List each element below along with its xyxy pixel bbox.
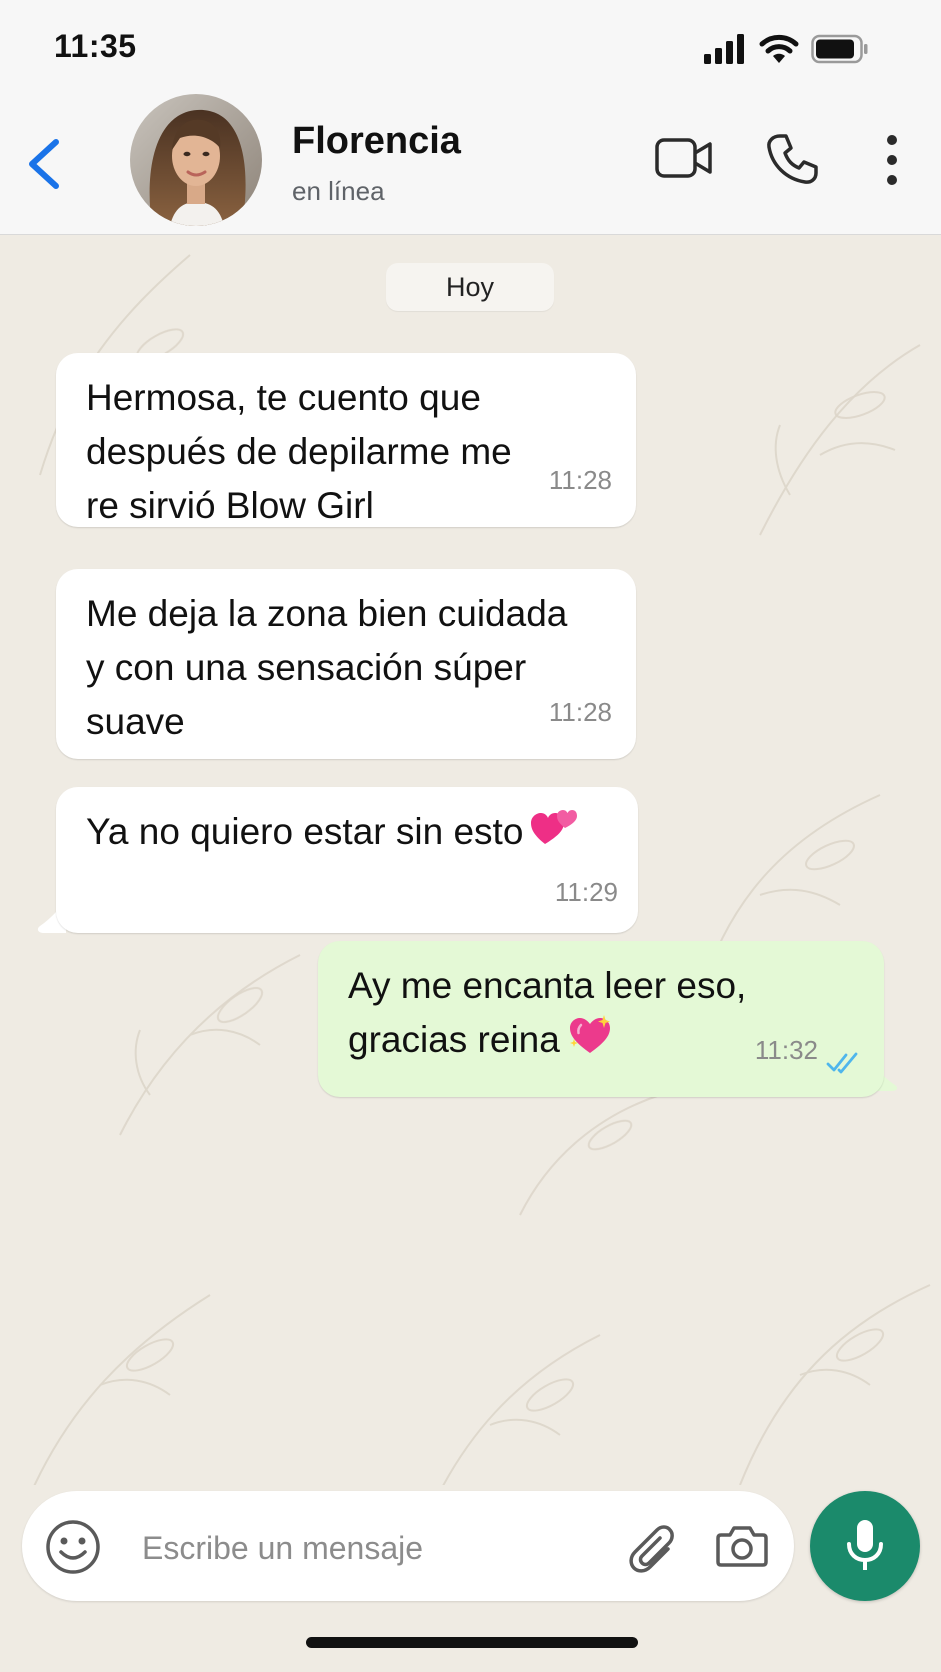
wifi-icon [759, 34, 799, 63]
composer-area [0, 1485, 941, 1672]
chat-area[interactable]: Hoy Hermosa, te cuento que después de de… [0, 235, 941, 1485]
message-input[interactable] [140, 1519, 604, 1577]
camera-button[interactable] [716, 1519, 768, 1573]
paperclip-icon [629, 1525, 674, 1573]
phone-icon [767, 134, 818, 184]
battery-icon [811, 34, 868, 64]
microphone-icon [847, 1520, 883, 1570]
contact-avatar[interactable] [130, 94, 262, 226]
camera-icon [716, 1526, 768, 1567]
message-time: 11:29 [554, 877, 618, 907]
sparkling-heart-emoji [568, 1014, 612, 1070]
home-indicator [306, 1637, 638, 1648]
message-bubble-incoming[interactable]: Ya no quiero estar sin esto 11:29 [56, 787, 638, 933]
message-text-row: Ya no quiero estar sin esto [86, 805, 578, 863]
more-vertical-icon [887, 135, 897, 185]
back-button[interactable] [22, 132, 72, 196]
two-hearts-emoji [531, 806, 578, 863]
date-divider: Hoy [386, 263, 554, 311]
message-text: Hermosa, te cuento que después de depila… [86, 377, 512, 526]
chevron-left-icon [29, 139, 59, 189]
contact-status: en línea [292, 176, 385, 206]
contact-name[interactable]: Florencia [292, 120, 461, 163]
attach-button[interactable] [622, 1517, 678, 1577]
video-camera-icon [655, 138, 712, 178]
video-call-button[interactable] [654, 136, 714, 180]
signal-icon [704, 34, 744, 64]
emoji-button[interactable] [44, 1518, 102, 1576]
message-bubble-incoming[interactable]: Hermosa, te cuento que después de depila… [56, 353, 636, 527]
avatar-photo [130, 94, 262, 226]
status-time: 11:35 [54, 28, 137, 64]
message-text: Ya no quiero estar sin esto [86, 811, 524, 852]
voice-call-button[interactable] [764, 132, 820, 188]
message-text: Ay me encanta leer eso, gracias reina [348, 965, 747, 1060]
status-icons [703, 32, 869, 66]
message-time: 11:32 [754, 1035, 818, 1065]
message-time: 11:28 [548, 465, 612, 495]
message-text-row: Ay me encanta leer eso, gracias reina [348, 959, 746, 1070]
message-composer [22, 1491, 794, 1601]
chat-header: Florencia en línea [0, 92, 941, 235]
status-bar: 11:35 [0, 0, 941, 92]
more-options-button[interactable] [880, 132, 904, 188]
message-text: Me deja la zona bien cuidada y con una s… [86, 593, 568, 742]
double-check-icon [826, 1052, 858, 1074]
message-time: 11:28 [548, 697, 612, 727]
message-bubble-outgoing[interactable]: Ay me encanta leer eso, gracias reina 11… [318, 941, 884, 1097]
voice-message-button[interactable] [810, 1491, 920, 1601]
smiley-icon [46, 1520, 100, 1574]
message-bubble-incoming[interactable]: Me deja la zona bien cuidada y con una s… [56, 569, 636, 759]
